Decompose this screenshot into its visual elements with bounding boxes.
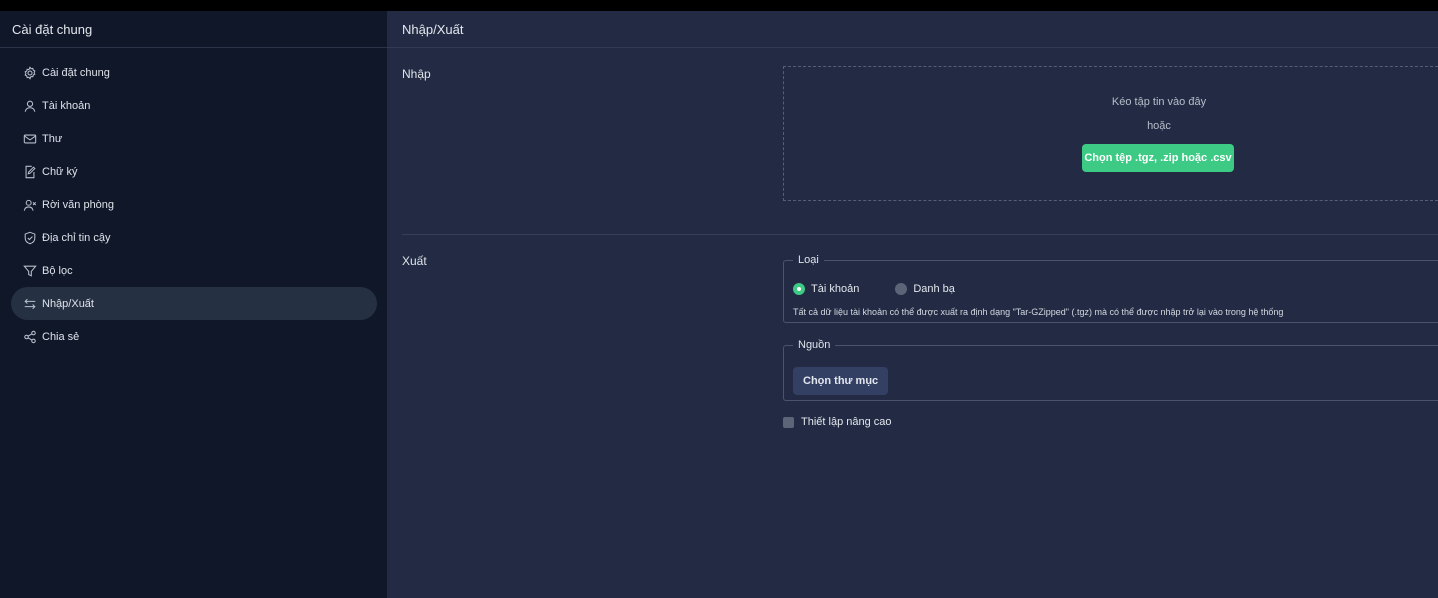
advanced-settings-label[interactable]: Thiết lập nâng cao [801,416,892,428]
advanced-settings-toggle[interactable]: Thiết lập nâng cao [783,416,892,428]
sidebar-item-sharing[interactable]: Chia sẻ [11,320,377,353]
file-dropzone[interactable]: Kéo tập tin vào đây hoặc Chọn tệp .tgz, … [783,66,1438,201]
export-source-legend: Nguồn [798,339,831,351]
choose-folder-button[interactable]: Chọn thư mục [793,367,889,395]
import-export-panel: Nhập/Xuất Nhập Kéo tập tin vào đây hoặc … [387,11,1438,598]
user-icon [24,100,36,112]
radio-contacts-label[interactable]: Danh bạ [913,283,955,295]
import-section-label: Nhập [402,67,431,81]
sidebar-item-general[interactable]: Cài đặt chung [11,56,377,89]
sidebar-item-label: Chia sẻ [42,330,80,343]
sidebar-item-import-export[interactable]: Nhập/Xuất [11,287,377,320]
signature-icon [25,165,36,178]
export-source-group: Nguồn Chọn thư mục [783,339,1438,401]
sidebar-item-label: Cài đặt chung [42,66,110,79]
sidebar-item-out-of-office[interactable]: Rời văn phòng [11,188,377,221]
sidebar-item-mail[interactable]: Thư [11,122,377,155]
settings-sidebar: Cài đặt chung Cài đặt chung Tài khoản Th… [0,11,387,598]
sidebar-item-signature[interactable]: Chữ ký [11,155,377,188]
settings-nav: Cài đặt chung Tài khoản Thư Chữ ký Rời v… [0,48,387,353]
dropzone-or-text: hoặc [1147,120,1171,132]
sidebar-item-account[interactable]: Tài khoản [11,89,377,122]
sidebar-item-filters[interactable]: Bộ lọc [11,254,377,287]
export-type-legend: Loại [798,254,819,266]
advanced-settings-checkbox[interactable] [783,416,794,428]
filter-icon [23,265,37,277]
mail-icon [23,134,37,143]
section-divider [402,234,1438,235]
gear-icon [24,65,36,80]
radio-account-label[interactable]: Tài khoản [811,283,859,295]
export-type-group: Loại Tài khoản Danh bạ Tất cả dữ liệu tà… [783,254,1438,323]
sidebar-item-label: Chữ ký [42,165,78,178]
shield-icon [24,231,36,244]
transfer-icon [24,298,36,309]
sidebar-item-label: Địa chỉ tin cậy [42,231,111,244]
radio-contacts[interactable] [895,283,908,295]
user-away-icon [23,199,37,211]
export-section-label: Xuất [402,254,427,268]
share-icon [24,330,36,343]
choose-file-button[interactable]: Chọn tệp .tgz, .zip hoặc .csv [1082,144,1234,172]
top-bar [0,0,1438,11]
radio-account[interactable] [793,283,805,295]
sidebar-item-trusted-addresses[interactable]: Địa chỉ tin cậy [11,221,377,254]
sidebar-title: Cài đặt chung [0,11,387,48]
sidebar-item-label: Tài khoản [42,99,91,112]
export-type-description: Tất cả dữ liệu tài khoản có thể được xuấ… [793,307,1284,317]
sidebar-item-label: Rời văn phòng [42,198,115,211]
dropzone-text: Kéo tập tin vào đây [1111,96,1207,108]
sidebar-item-label: Thư [42,132,63,145]
export-type-options: Tài khoản Danh bạ [793,283,955,295]
page-title: Nhập/Xuất [387,11,1438,48]
sidebar-item-label: Bộ lọc [42,264,73,277]
sidebar-item-label: Nhập/Xuất [42,297,94,310]
